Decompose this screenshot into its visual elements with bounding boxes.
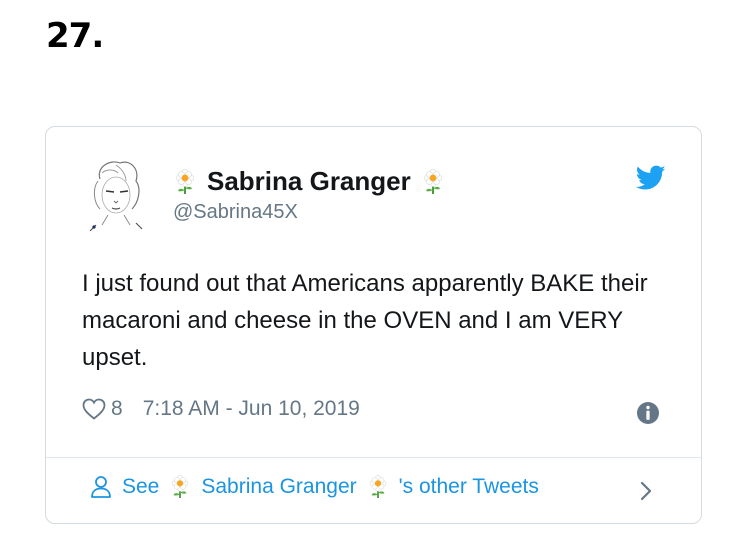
twitter-bird-icon[interactable]	[636, 165, 666, 191]
tweet-timestamp[interactable]: 7:18 AM - Jun 10, 2019	[143, 397, 360, 421]
info-icon[interactable]	[636, 401, 660, 425]
other-tweets-label[interactable]: 's other Tweets	[399, 475, 539, 499]
author-handle[interactable]: @Sabrina45X	[173, 201, 298, 224]
other-tweets-link[interactable]: See Sabrina Granger 's other Tweets	[90, 475, 539, 499]
avatar[interactable]	[86, 159, 146, 231]
like-count[interactable]: 8	[111, 397, 123, 421]
flower-emoji-icon	[172, 475, 189, 498]
tweet-meta: 8 7:18 AM - Jun 10, 2019	[82, 397, 360, 421]
heart-icon[interactable]	[82, 398, 106, 420]
footer-author-name[interactable]: Sabrina Granger	[201, 475, 356, 499]
author-name-row[interactable]: Sabrina Granger	[173, 166, 445, 197]
list-number: 27.	[46, 16, 104, 56]
user-icon	[91, 476, 111, 498]
flower-emoji-icon	[176, 168, 194, 194]
author-name[interactable]: Sabrina Granger	[207, 166, 411, 197]
footer-divider	[46, 457, 701, 458]
see-label[interactable]: See	[122, 475, 159, 499]
flower-emoji-icon	[369, 475, 386, 498]
tweet-text: I just found out that Americans apparent…	[82, 270, 648, 371]
flower-emoji-icon	[423, 168, 442, 194]
chevron-right-icon[interactable]	[636, 479, 656, 503]
tweet-card[interactable]: Sabrina Granger @Sabrina45X I just found…	[45, 126, 702, 524]
